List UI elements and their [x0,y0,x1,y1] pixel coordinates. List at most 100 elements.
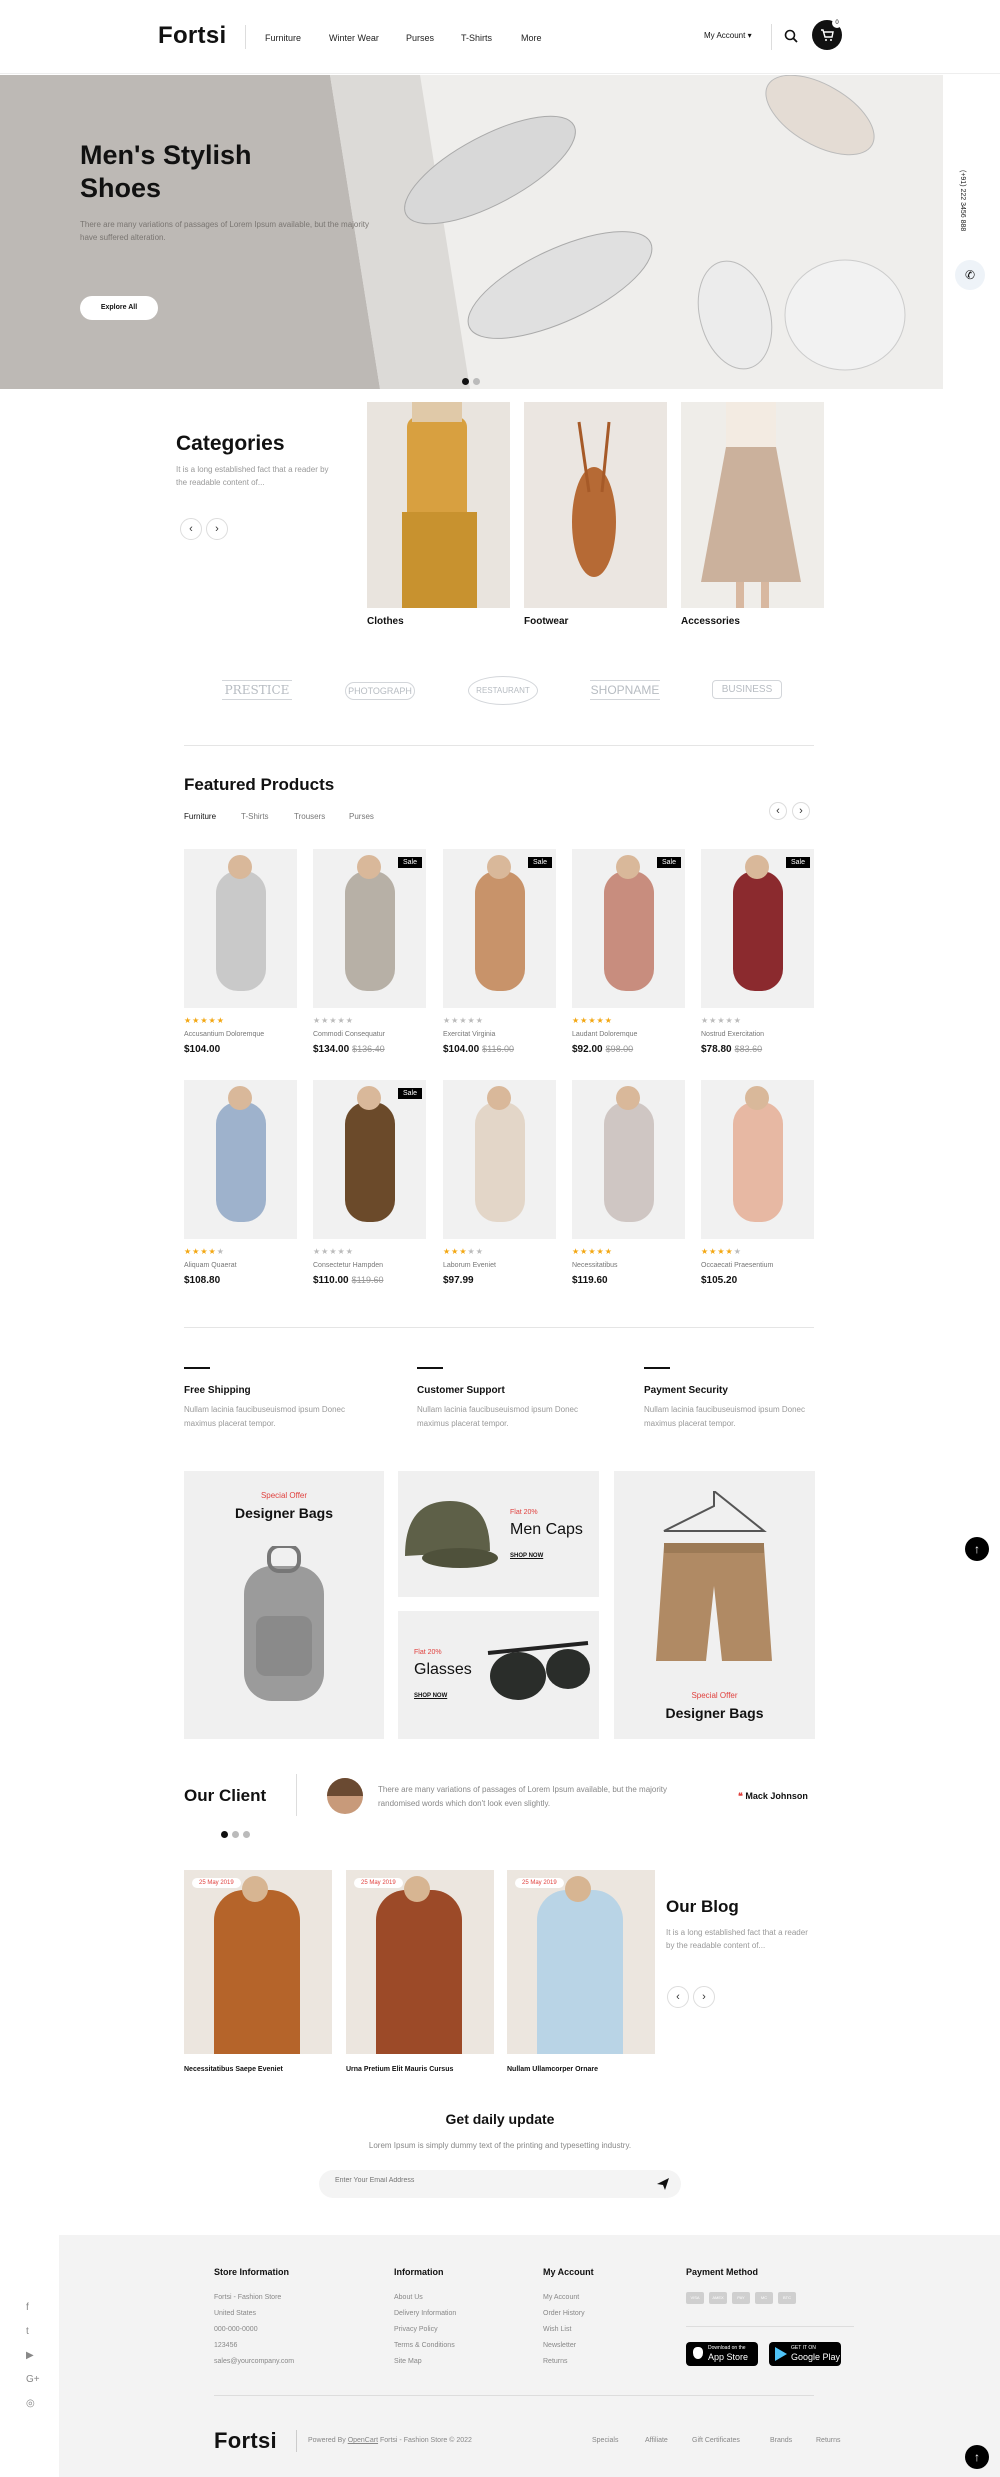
product-image[interactable] [443,1080,556,1239]
dot[interactable] [232,1831,239,1838]
product-card[interactable]: Sale ★★★★★ Exercitat Virginia $104.00 $116.0… [443,849,556,1055]
client-pagination[interactable] [221,1825,254,1843]
nav-more[interactable]: More [521,33,542,43]
product-card[interactable]: ★★★★★ Necessitatibus $119.60 [572,1080,685,1286]
footer-account-link[interactable]: Newsletter [543,2338,585,2354]
blog-post-title[interactable]: Necessitatibus Saepe Eveniet [184,2066,332,2073]
product-card[interactable]: Sale ★★★★★ Commodi Consequatur $134.00 $136.… [313,849,426,1055]
banner-designer-bags[interactable]: Special Offer Designer Bags [184,1471,384,1739]
footer-link[interactable]: Returns [816,2437,841,2444]
twitter-icon[interactable]: t [26,2326,29,2337]
blog-card[interactable]: 25 May 2019 Necessitatibus Saepe Eveniet [184,1870,332,2073]
nav-furniture[interactable]: Furniture [265,33,301,43]
dot[interactable] [243,1831,250,1838]
brand-logo[interactable]: BUSINESS [712,680,782,699]
brand-logo[interactable]: SHOPNAME [590,680,660,700]
footer-account-link[interactable]: Wish List [543,2322,585,2338]
facebook-icon[interactable]: f [26,2302,29,2313]
app-store-badge[interactable]: Download on the App Store [686,2342,758,2366]
product-name[interactable]: Laudant Doloremque [572,1031,685,1038]
google-play-badge[interactable]: GET IT ON Google Play [769,2342,841,2366]
product-image[interactable] [701,849,814,1008]
footer-info-link[interactable]: Site Map [394,2354,456,2370]
footer-info-link[interactable]: Delivery Information [394,2306,456,2322]
opencart-link[interactable]: OpenCart [348,2437,378,2444]
chevron-left-icon[interactable]: ‹ [180,518,202,540]
product-image[interactable] [572,1080,685,1239]
footer-link[interactable]: Affiliate [645,2437,668,2444]
footer-info-link[interactable]: About Us [394,2290,456,2306]
product-card[interactable]: Sale ★★★★★ Laudant Doloremque $92.00 $98.00 [572,849,685,1055]
blog-card[interactable]: 25 May 2019 Urna Pretium Elit Mauris Curs… [346,1870,494,2073]
explore-all-button[interactable]: Explore All [80,296,158,320]
product-name[interactable]: Commodi Consequatur [313,1031,426,1038]
blog-image[interactable]: 25 May 2019 [184,1870,332,2054]
product-name[interactable]: Aliquam Quaerat [184,1262,297,1269]
blog-post-title[interactable]: Urna Pretium Elit Mauris Cursus [346,2066,494,2073]
product-image[interactable] [572,849,685,1008]
email-input[interactable] [335,2177,635,2184]
blog-image[interactable]: 25 May 2019 [346,1870,494,2054]
tab-tshirts[interactable]: T-Shirts [241,812,269,821]
blog-image[interactable]: 25 May 2019 [507,1870,655,2054]
category-label-footwear[interactable]: Footwear [524,616,568,627]
category-card-footwear[interactable] [524,402,667,608]
brand-logo[interactable]: RESTAURANT [468,676,538,705]
product-card[interactable]: Sale ★★★★★ Consectetur Hampden $110.00 $119.… [313,1080,426,1286]
tab-trousers[interactable]: Trousers [294,812,325,821]
product-card[interactable]: ★★★★★ Laborum Eveniet $97.99 [443,1080,556,1286]
tab-purses[interactable]: Purses [349,812,374,821]
banner-designer-shorts[interactable]: Special Offer Designer Bags [614,1471,815,1739]
account-menu[interactable]: My Account ▾ [704,31,752,40]
product-name[interactable]: Exercitat Virginia [443,1031,556,1038]
youtube-icon[interactable]: ▶ [26,2350,34,2361]
tab-furniture[interactable]: Furniture [184,812,216,821]
dot[interactable] [221,1831,228,1838]
product-name[interactable]: Necessitatibus [572,1262,685,1269]
brand-logo[interactable]: PHOTOGRAPH [345,682,415,700]
search-icon[interactable] [784,29,798,48]
shop-now-link[interactable]: SHOP NOW [510,1553,543,1559]
category-card-accessories[interactable] [681,402,824,608]
site-logo[interactable]: Fortsi [158,22,226,50]
chevron-left-icon[interactable]: ‹ [667,1986,689,2008]
footer-account-link[interactable]: My Account [543,2290,585,2306]
send-icon[interactable] [657,2178,669,2190]
scroll-top-button[interactable]: ↑ [965,1537,989,1561]
category-card-clothes[interactable] [367,402,510,608]
footer-link[interactable]: Gift Certificates [692,2437,740,2444]
dot[interactable] [473,378,480,385]
product-image[interactable] [313,849,426,1008]
product-image[interactable] [184,849,297,1008]
product-name[interactable]: Accusantium Doloremque [184,1031,297,1038]
footer-link[interactable]: Brands [770,2437,792,2444]
product-image[interactable] [443,849,556,1008]
product-name[interactable]: Nostrud Exercitation [701,1031,814,1038]
cart-button[interactable]: 0 [812,18,842,50]
chevron-right-icon[interactable]: › [792,802,810,820]
product-image[interactable] [313,1080,426,1239]
google-plus-icon[interactable]: G+ [26,2374,40,2385]
footer-info-link[interactable]: Terms & Conditions [394,2338,456,2354]
product-image[interactable] [701,1080,814,1239]
product-card[interactable]: ★★★★★ Accusantium Doloremque $104.00 [184,849,297,1055]
product-image[interactable] [184,1080,297,1239]
brand-logo[interactable]: PRESTICE [222,680,292,700]
product-card[interactable]: ★★★★★ Aliquam Quaerat $108.80 [184,1080,297,1286]
shop-now-link[interactable]: SHOP NOW [414,1693,447,1699]
footer-account-link[interactable]: Order History [543,2306,585,2322]
nav-winter-wear[interactable]: Winter Wear [329,33,379,43]
blog-post-title[interactable]: Nullam Ullamcorper Ornare [507,2066,655,2073]
dot[interactable] [462,378,469,385]
nav-tshirts[interactable]: T-Shirts [461,33,492,43]
footer-account-link[interactable]: Returns [543,2354,585,2370]
chevron-right-icon[interactable]: › [206,518,228,540]
footer-link[interactable]: Specials [592,2437,618,2444]
instagram-icon[interactable]: ◎ [26,2398,35,2409]
product-card[interactable]: ★★★★★ Occaecati Praesentium $105.20 [701,1080,814,1286]
footer-logo[interactable]: Fortsi [214,2428,277,2454]
chevron-left-icon[interactable]: ‹ [769,802,787,820]
scroll-top-button[interactable]: ↑ [965,2445,989,2469]
blog-card[interactable]: 25 May 2019 Nullam Ullamcorper Ornare [507,1870,655,2073]
footer-info-link[interactable]: Privacy Policy [394,2322,456,2338]
